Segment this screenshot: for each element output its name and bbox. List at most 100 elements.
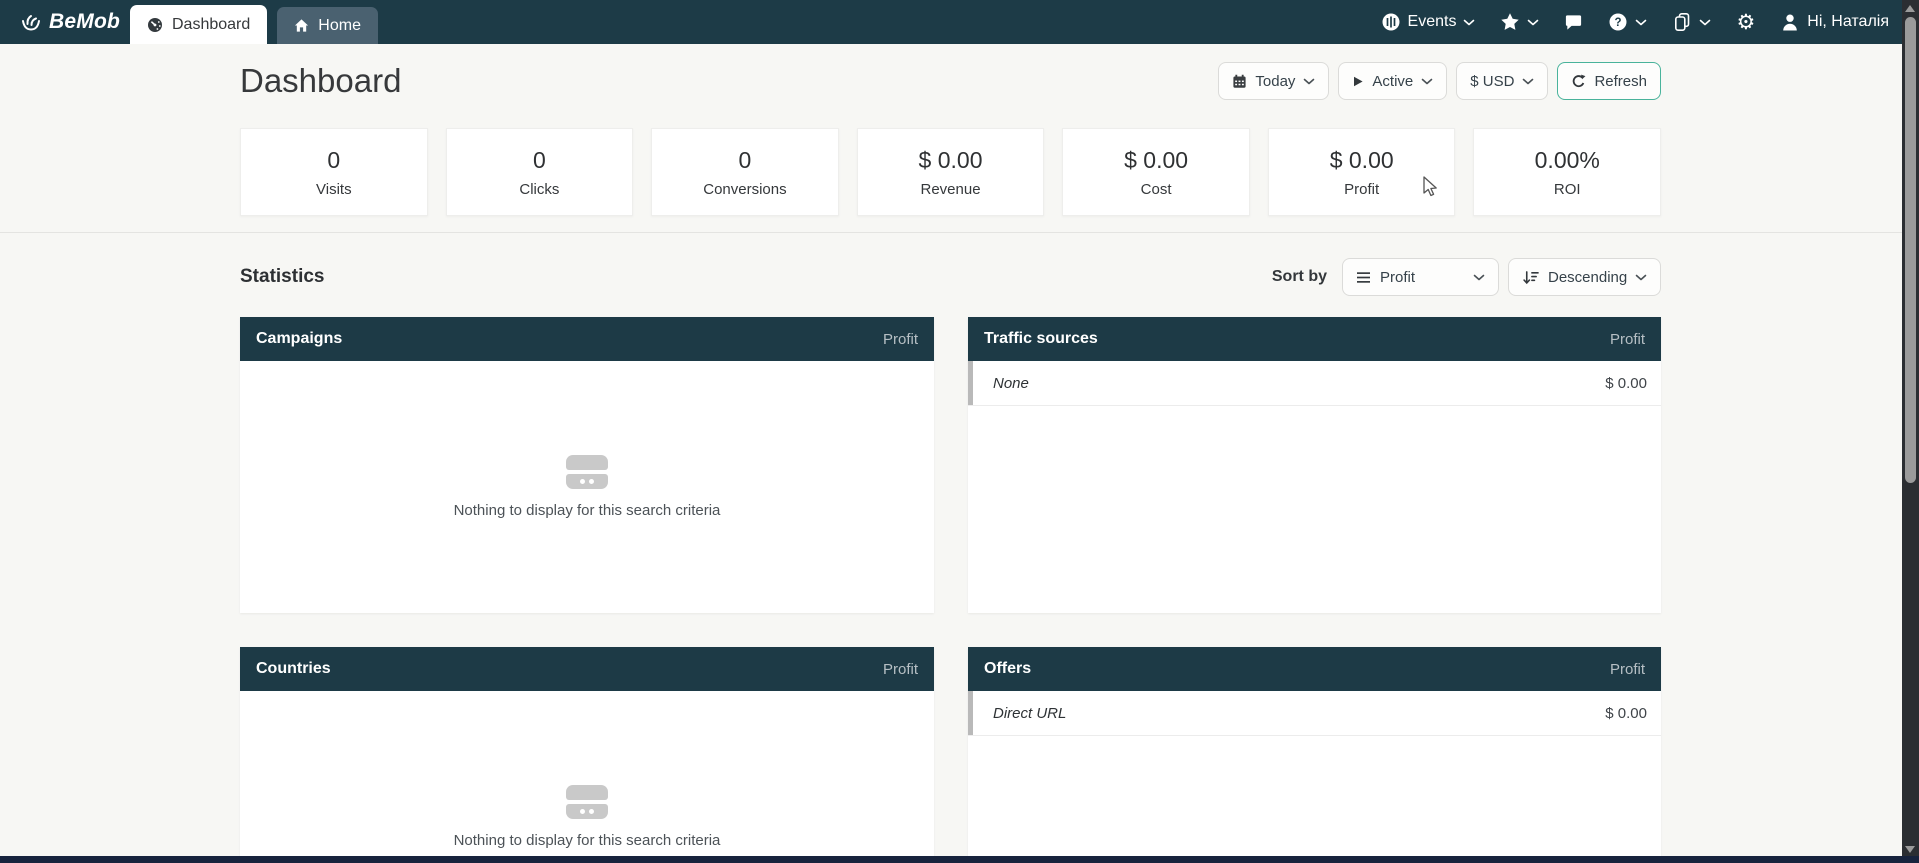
chat-icon	[1564, 13, 1583, 32]
bemob-dashboard-screen: BeMob Dashboard Home Events	[0, 0, 1919, 863]
tab-bar: Dashboard Home	[130, 5, 378, 44]
empty-state: Nothing to display for this search crite…	[240, 691, 934, 863]
events-label: Events	[1408, 13, 1457, 31]
chevron-down-icon	[1463, 19, 1475, 26]
navbar-right-group: Events ?	[1381, 12, 1889, 32]
tab-home-label: Home	[318, 17, 361, 35]
panel-campaigns: Campaigns Profit Nothing to display for …	[240, 317, 934, 613]
date-range-label: Today	[1255, 73, 1295, 90]
status-filter-button[interactable]: Active	[1338, 62, 1447, 100]
events-menu[interactable]: Events	[1381, 12, 1476, 32]
refresh-icon	[1571, 74, 1586, 89]
taskbar-edge	[0, 856, 1919, 863]
chevron-down-icon	[1303, 78, 1315, 85]
events-icon	[1381, 12, 1401, 32]
top-navbar: BeMob Dashboard Home Events	[0, 0, 1919, 44]
empty-state-text: Nothing to display for this search crite…	[454, 832, 721, 849]
favorites-icon	[1500, 12, 1520, 32]
panel-countries-header: Countries Profit	[240, 647, 934, 691]
scroll-down-arrow-icon[interactable]	[1905, 846, 1915, 853]
greeting-label: Hi, Наталія	[1807, 13, 1889, 31]
help-menu[interactable]: ?	[1608, 12, 1647, 32]
stat-label: Conversions	[703, 181, 786, 198]
currency-label: $ USD	[1470, 73, 1514, 90]
chevron-down-icon	[1699, 19, 1711, 26]
stat-card-roi: 0.00% ROI	[1473, 128, 1661, 216]
browser-scrollbar[interactable]	[1902, 0, 1919, 863]
home-icon	[294, 18, 309, 33]
sort-direction-value: Descending	[1548, 269, 1627, 286]
refresh-button[interactable]: Refresh	[1557, 62, 1661, 100]
tab-dashboard[interactable]: Dashboard	[130, 5, 267, 44]
favorites-menu[interactable]	[1500, 12, 1539, 32]
user-icon	[1780, 12, 1800, 32]
header-buttons: Today Active $ USD	[1218, 62, 1661, 100]
sort-field-icon	[1356, 271, 1371, 284]
settings-button[interactable]: ⚙	[1736, 12, 1755, 32]
sort-field-dropdown[interactable]: Profit	[1342, 258, 1499, 296]
gear-icon: ⚙	[1736, 12, 1755, 32]
panel-offers: Offers Profit Direct URL $ 0.00	[968, 647, 1661, 863]
docs-icon	[1672, 12, 1692, 32]
account-menu[interactable]: Hi, Наталія	[1780, 12, 1889, 32]
currency-button[interactable]: $ USD	[1456, 62, 1548, 100]
chevron-down-icon	[1635, 274, 1647, 281]
chevron-down-icon	[1421, 78, 1433, 85]
row-value: $ 0.00	[1605, 375, 1647, 392]
panel-traffic-sources-header: Traffic sources Profit	[968, 317, 1661, 361]
row-value: $ 0.00	[1605, 705, 1647, 722]
statistics-heading: Statistics	[240, 266, 324, 288]
scroll-up-arrow-icon[interactable]	[1905, 5, 1915, 12]
docs-menu[interactable]	[1672, 12, 1711, 32]
panel-traffic-sources-body: None $ 0.00	[968, 361, 1661, 613]
section-divider	[0, 232, 1919, 233]
panel-offers-header: Offers Profit	[968, 647, 1661, 691]
play-icon	[1352, 75, 1364, 88]
svg-text:?: ?	[1615, 17, 1622, 29]
stat-card-visits: 0 Visits	[240, 128, 428, 216]
sort-desc-icon	[1522, 270, 1539, 285]
stat-label: Revenue	[921, 181, 981, 198]
stat-value: $ 0.00	[919, 147, 983, 174]
dashboard-icon	[147, 17, 163, 33]
stat-value: 0	[739, 147, 752, 174]
refresh-label: Refresh	[1594, 73, 1647, 90]
empty-data-icon	[566, 785, 608, 819]
status-filter-label: Active	[1372, 73, 1413, 90]
stat-cards-row: 0 Visits 0 Clicks 0 Conversions $ 0.00 R…	[240, 128, 1661, 216]
stat-label: Clicks	[519, 181, 559, 198]
chevron-down-icon	[1473, 274, 1485, 281]
panel-campaigns-body: Nothing to display for this search crite…	[240, 361, 934, 613]
panel-title: Campaigns	[256, 330, 342, 348]
stat-card-cost: $ 0.00 Cost	[1062, 128, 1250, 216]
stat-label: Profit	[1344, 181, 1379, 198]
table-row: Direct URL $ 0.00	[968, 691, 1661, 736]
panel-countries: Countries Profit Nothing to display for …	[240, 647, 934, 863]
stat-value: $ 0.00	[1124, 147, 1188, 174]
panel-offers-body: Direct URL $ 0.00	[968, 691, 1661, 863]
panel-metric-label: Profit	[883, 331, 918, 348]
calendar-icon	[1232, 74, 1247, 89]
stat-card-revenue: $ 0.00 Revenue	[857, 128, 1045, 216]
sort-by-label: Sort by	[1272, 268, 1327, 286]
tab-dashboard-label: Dashboard	[172, 16, 250, 34]
stat-value: 0	[327, 147, 340, 174]
statistics-panels-grid: Campaigns Profit Nothing to display for …	[240, 317, 1661, 863]
chevron-down-icon	[1635, 19, 1647, 26]
tab-home[interactable]: Home	[277, 7, 378, 44]
stat-card-clicks: 0 Clicks	[446, 128, 634, 216]
scrollbar-thumb[interactable]	[1905, 17, 1916, 483]
date-range-button[interactable]: Today	[1218, 62, 1329, 100]
sort-field-value: Profit	[1380, 269, 1415, 286]
sort-direction-dropdown[interactable]: Descending	[1508, 258, 1661, 296]
chevron-down-icon	[1527, 19, 1539, 26]
empty-data-icon	[566, 455, 608, 489]
brand-name: BeMob	[49, 10, 120, 34]
panel-traffic-sources: Traffic sources Profit None $ 0.00	[968, 317, 1661, 613]
page-header: Dashboard Today Active	[240, 60, 1661, 102]
panel-title: Countries	[256, 660, 331, 678]
stat-value: $ 0.00	[1330, 147, 1394, 174]
chat-button[interactable]	[1564, 13, 1583, 32]
chevron-down-icon	[1522, 78, 1534, 85]
stat-label: Visits	[316, 181, 352, 198]
